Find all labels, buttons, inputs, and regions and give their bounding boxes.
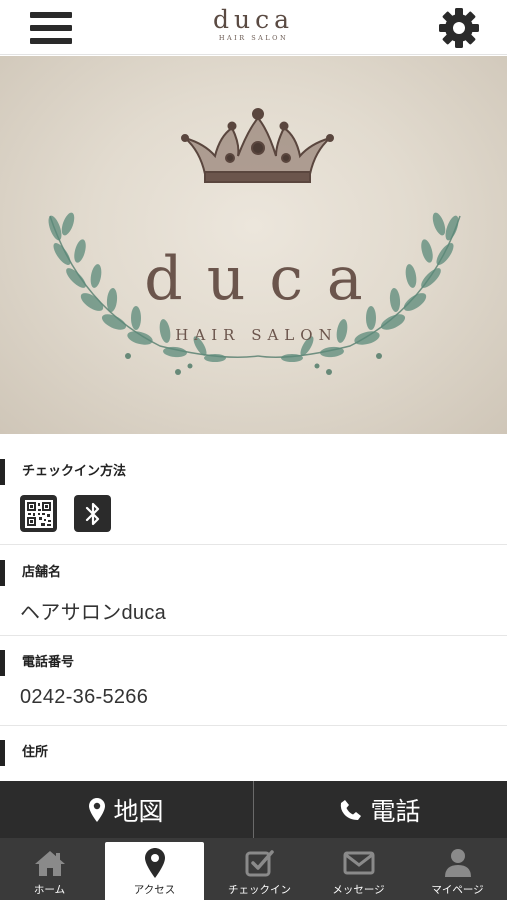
- tab-mypage[interactable]: マイページ: [408, 838, 507, 900]
- map-pin-icon: [89, 797, 106, 822]
- app-header: duca HAIR SALON: [0, 0, 507, 55]
- envelope-icon: [343, 851, 374, 875]
- tab-mypage-label: マイページ: [431, 884, 484, 896]
- tab-home-label: ホーム: [33, 884, 66, 896]
- address-label: 住所: [0, 740, 48, 766]
- phone-section: 電話番号 0242-36-5266: [0, 650, 507, 726]
- phone-icon: [341, 799, 362, 820]
- crown-icon: [181, 108, 334, 183]
- shop-name-section: 店舗名 ヘアサロンduca: [0, 560, 507, 636]
- phone-label: 電話番号: [0, 650, 74, 676]
- checkin-method-label: チェックイン方法: [0, 459, 126, 485]
- home-icon: [34, 851, 65, 876]
- hero-banner: duca HAIR SALON: [0, 56, 507, 434]
- checkbox-icon: [245, 850, 274, 877]
- map-pin-icon: [144, 848, 165, 878]
- phone-button-label: 電話: [370, 796, 421, 826]
- tab-message[interactable]: メッセージ: [309, 838, 408, 900]
- tab-checkin-label: チェックイン: [228, 884, 291, 896]
- bluetooth-icon: [85, 502, 99, 525]
- logo-sub-text: HAIR SALON: [218, 34, 289, 42]
- tab-access-label: アクセス: [133, 884, 176, 896]
- address-section: 住所: [0, 740, 507, 781]
- header-logo: duca HAIR SALON: [0, 5, 507, 43]
- hero-title: duca: [144, 244, 387, 314]
- bottom-tab-bar: ホーム アクセス チェックイン メッセージ マイページ: [0, 838, 507, 900]
- phone-value: 0242-36-5266: [20, 686, 149, 708]
- user-icon: [444, 849, 471, 877]
- map-button-label: 地図: [113, 796, 164, 826]
- qr-checkin-option[interactable]: [20, 495, 57, 532]
- map-button[interactable]: 地図: [0, 781, 253, 838]
- tab-access[interactable]: アクセス: [105, 842, 204, 900]
- qr-code-icon: [24, 499, 53, 528]
- logo-main-text: duca: [212, 5, 294, 34]
- tab-message-label: メッセージ: [332, 884, 385, 896]
- phone-button[interactable]: 電話: [254, 781, 507, 838]
- hero-subtitle: HAIR SALON: [175, 326, 338, 344]
- tab-checkin[interactable]: チェックイン: [210, 838, 309, 900]
- shop-name-value: ヘアサロンduca: [20, 602, 167, 624]
- settings-button[interactable]: [437, 6, 481, 50]
- gear-icon: [439, 8, 479, 48]
- action-bar: 地図 電話: [0, 781, 507, 838]
- checkin-method-section: チェックイン方法: [0, 459, 507, 545]
- shop-name-label: 店舗名: [0, 560, 61, 586]
- bluetooth-checkin-option[interactable]: [74, 495, 111, 532]
- tab-home[interactable]: ホーム: [0, 838, 99, 900]
